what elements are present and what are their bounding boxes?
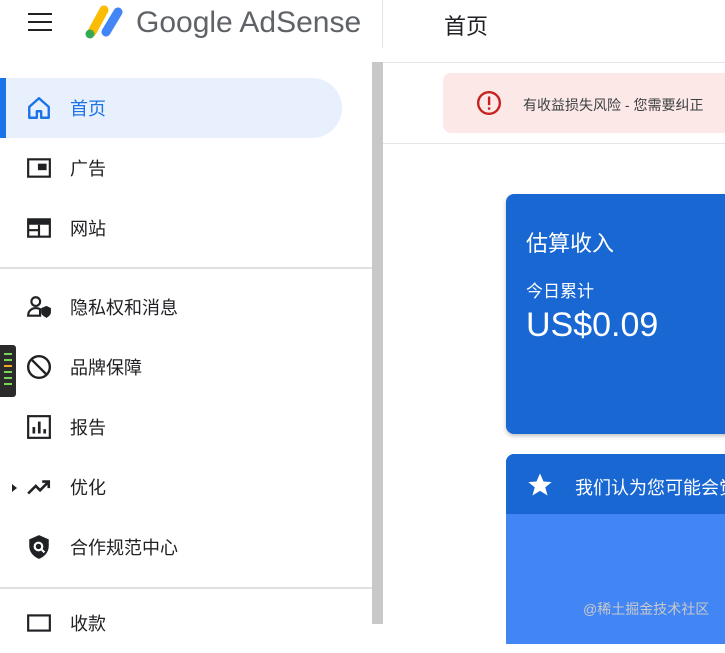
sidebar-item-brand-safety[interactable]: 品牌保障 xyxy=(0,337,342,397)
adsense-logo-icon xyxy=(85,5,123,39)
hamburger-menu-icon[interactable] xyxy=(28,13,54,33)
recommendation-text: 我们认为您可能会觉 xyxy=(575,478,725,498)
sidebar-scrollbar[interactable] xyxy=(372,62,383,624)
sidebar-item-optimization[interactable]: 优化 xyxy=(0,457,342,517)
main-divider xyxy=(383,143,725,144)
page-title: 首页 xyxy=(444,14,489,39)
star-icon xyxy=(528,473,552,496)
recommendation-header: 我们认为您可能会觉 xyxy=(506,454,725,514)
estimated-earnings-card[interactable]: 估算收入 今日累计 US$0.09 xyxy=(506,194,725,434)
earnings-value: US$0.09 xyxy=(526,306,659,344)
sidebar-item-label: 网站 xyxy=(70,219,106,239)
sidebar-divider xyxy=(0,587,372,589)
sidebar-item-label: 广告 xyxy=(70,159,106,179)
sidebar-item-ads[interactable]: 广告 xyxy=(0,138,342,198)
sidebar-item-privacy[interactable]: 隐私权和消息 xyxy=(0,277,342,337)
privacy-icon xyxy=(27,296,51,318)
ads-icon xyxy=(27,158,51,178)
sidebar-item-label: 首页 xyxy=(70,99,106,119)
sidebar-item-sites[interactable]: 网站 xyxy=(0,198,342,258)
sidebar-item-label: 收款 xyxy=(70,614,106,634)
sidebar-item-label: 隐私权和消息 xyxy=(70,298,178,318)
sites-icon xyxy=(27,218,51,238)
topbar-divider xyxy=(382,0,383,48)
sidebar: 首页 广告 网站 隐私权和消息 品牌保障 报告 优化 合作规范中心 收款 xyxy=(0,62,372,634)
active-indicator xyxy=(0,78,6,138)
sidebar-item-payments[interactable]: 收款 xyxy=(0,593,342,653)
trending-up-icon xyxy=(27,480,51,495)
error-icon xyxy=(476,90,502,116)
home-icon xyxy=(28,97,50,119)
earnings-title: 估算收入 xyxy=(526,231,615,256)
watermark-text: @稀土掘金技术社区 xyxy=(583,601,710,617)
sidebar-item-label: 合作规范中心 xyxy=(70,538,178,558)
top-app-bar: Google AdSense 首页 xyxy=(0,0,725,63)
sidebar-item-home[interactable]: 首页 xyxy=(0,78,342,138)
block-icon xyxy=(26,354,52,380)
sidebar-item-label: 优化 xyxy=(70,478,106,498)
report-icon xyxy=(27,415,51,439)
sidebar-item-reports[interactable]: 报告 xyxy=(0,397,342,457)
payments-icon xyxy=(27,614,51,632)
sidebar-divider xyxy=(0,267,372,269)
side-widget-handle[interactable] xyxy=(0,345,16,397)
policy-shield-icon xyxy=(29,535,49,559)
brand-name: Google AdSense xyxy=(136,6,362,39)
sidebar-item-label: 报告 xyxy=(70,418,106,438)
sidebar-item-label: 品牌保障 xyxy=(70,358,142,378)
earnings-period: 今日累计 xyxy=(526,282,594,301)
alert-text: 有收益损失风险 - 您需要纠正 xyxy=(523,97,704,113)
sidebar-item-policy-center[interactable]: 合作规范中心 xyxy=(0,517,342,577)
revenue-risk-alert[interactable]: 有收益损失风险 - 您需要纠正 xyxy=(443,73,725,133)
